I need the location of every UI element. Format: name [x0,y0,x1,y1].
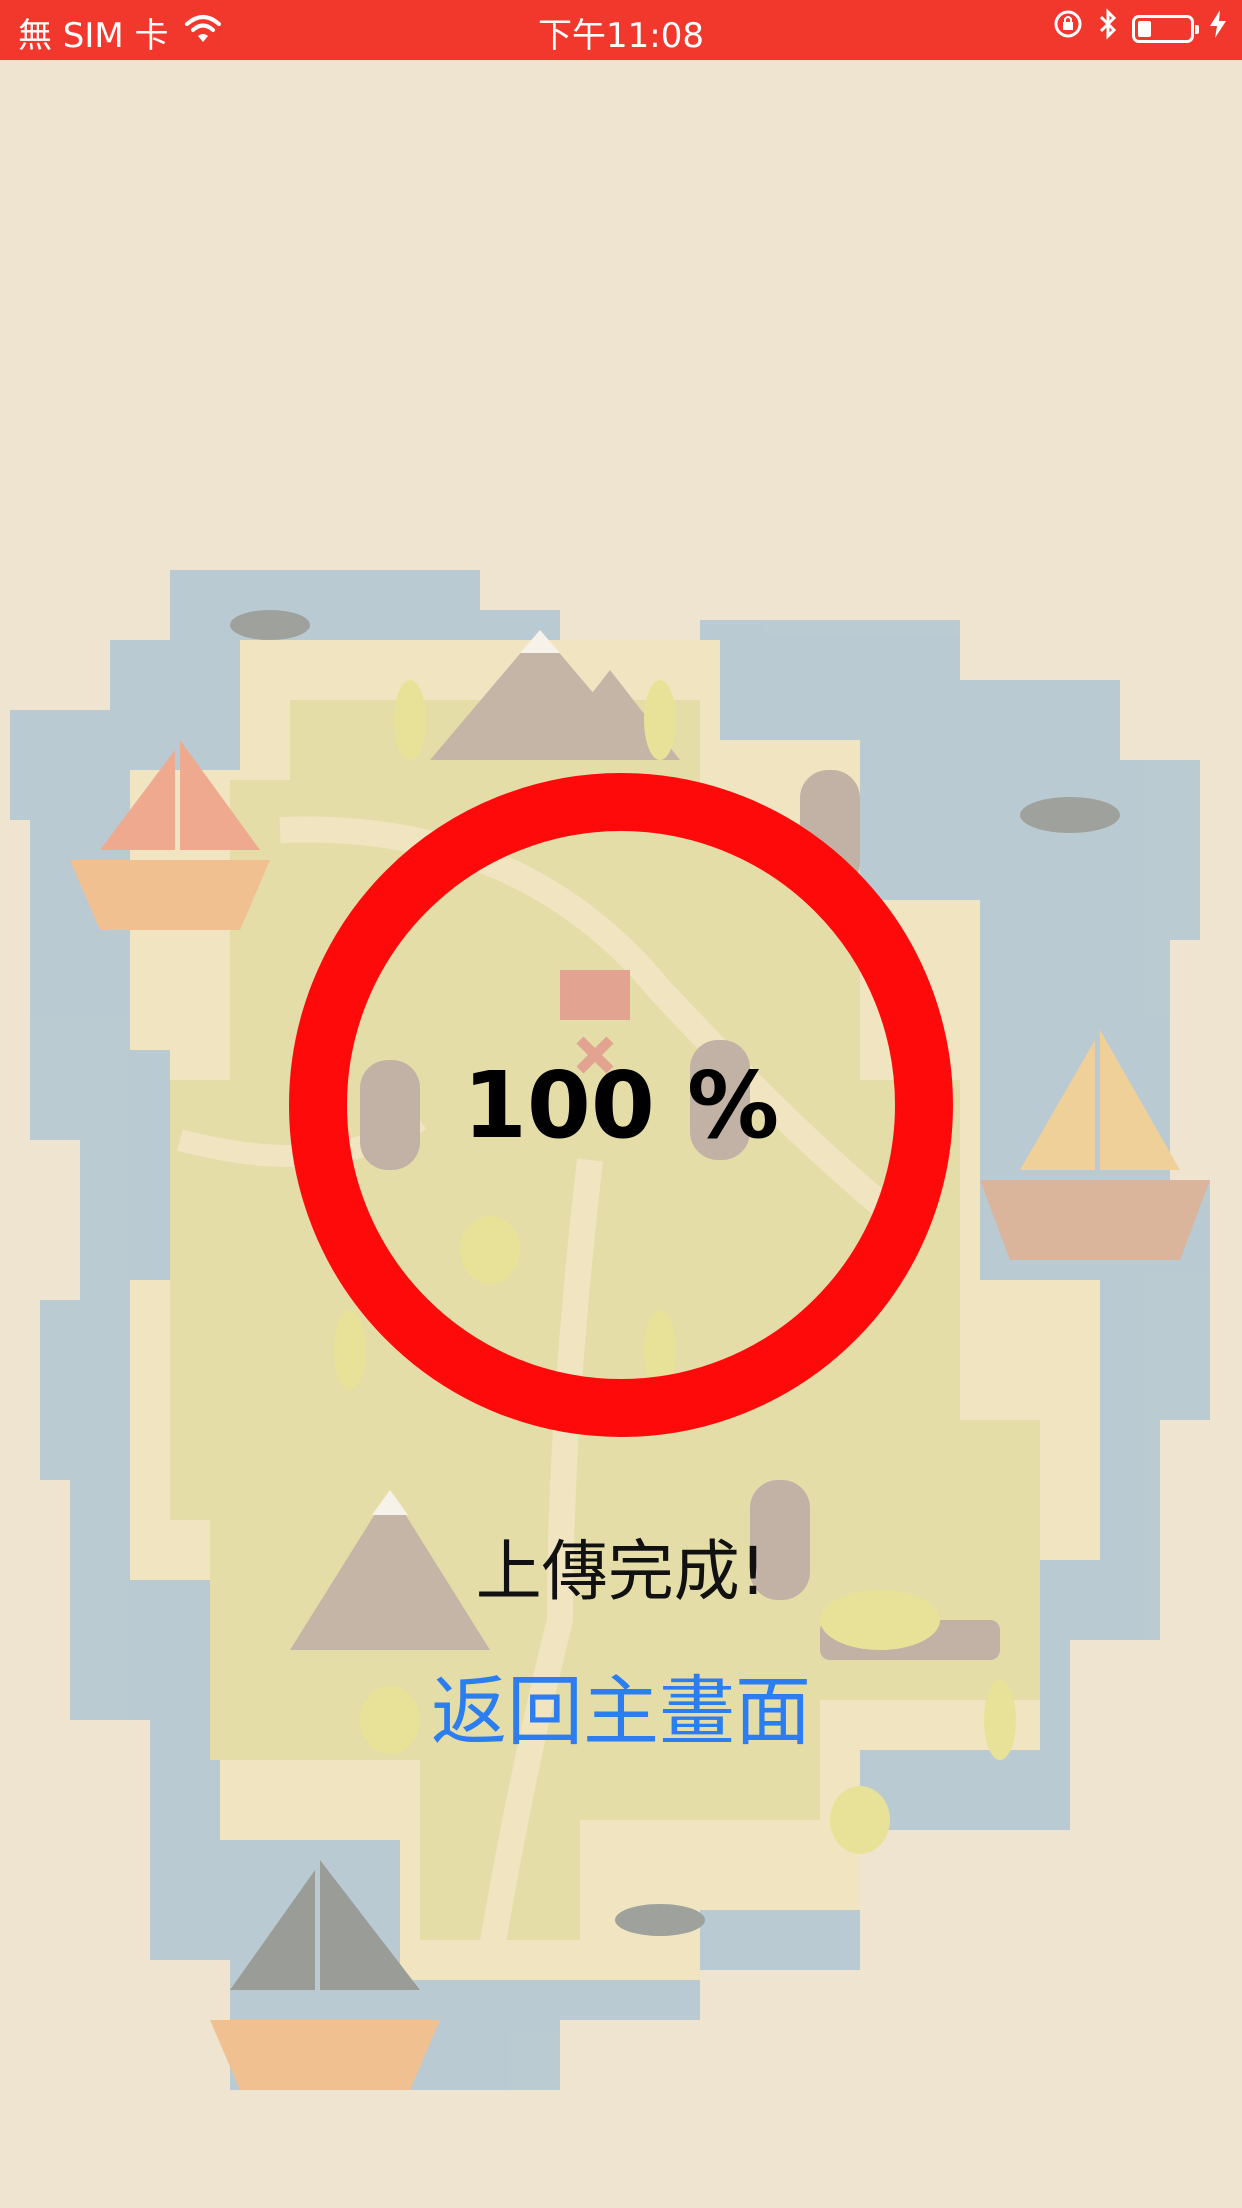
status-right [1052,8,1228,49]
bluetooth-icon [1098,8,1118,49]
rotation-lock-icon [1052,8,1084,49]
return-home-button[interactable]: 返回主畫面 [0,1650,1242,1760]
charging-icon [1208,8,1228,49]
battery-icon [1132,14,1199,43]
progress-percent: 100 % [462,1051,780,1159]
status-bar: 無 SIM 卡 下午11:08 [0,0,1242,60]
upload-status-message: 上傳完成! [475,1533,767,1610]
battery-level [1138,20,1151,37]
